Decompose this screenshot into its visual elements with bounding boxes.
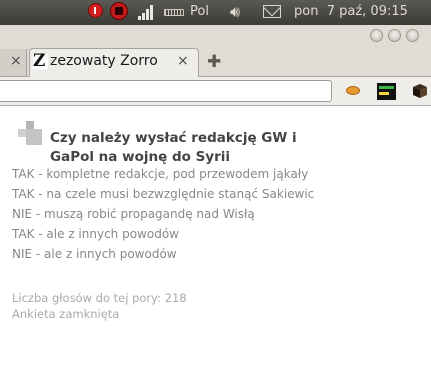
poll-option[interactable]: NIE - muszą robić propagandę nad Wisłą <box>12 207 255 221</box>
stop-record-icon[interactable] <box>110 2 128 20</box>
system-panel: Pol 🔊︎ pon 7 paź, 09:15 <box>0 0 431 25</box>
poll-vote-count: Liczba głosów do tej pory: 218 <box>12 291 187 305</box>
tab-close-icon[interactable]: × <box>10 53 22 69</box>
extension-icon[interactable] <box>346 86 360 95</box>
window-button-icon[interactable] <box>388 29 401 42</box>
record-icon[interactable] <box>88 3 103 18</box>
mail-icon[interactable] <box>263 5 281 18</box>
clock[interactable]: pon 7 paź, 09:15 <box>294 4 408 19</box>
extension-icon[interactable] <box>412 83 428 99</box>
poll-option[interactable]: NIE - ale z innych powodów <box>12 247 177 261</box>
window-button-icon[interactable] <box>370 29 383 42</box>
poll-option[interactable]: TAK - kompletne redakcje, pod przewodem … <box>12 167 308 181</box>
favicon-icon: Z <box>33 51 48 71</box>
url-input[interactable] <box>0 80 332 102</box>
volume-icon[interactable]: 🔊︎ <box>230 2 240 22</box>
keyboard-layout-indicator[interactable]: Pol <box>190 4 209 19</box>
new-tab-icon[interactable]: ✚ <box>207 52 221 72</box>
poll-status: Ankieta zamknięta <box>12 307 120 321</box>
poll-option[interactable]: TAK - na czele musi bezwzględnie stanąć … <box>12 187 314 201</box>
extension-icon[interactable] <box>377 83 396 100</box>
favicon-letter: Z <box>33 51 46 71</box>
tab-title[interactable]: zezowaty Zorro <box>50 53 158 69</box>
window-button-icon[interactable] <box>406 29 419 42</box>
poll-logo-icon <box>18 121 44 147</box>
keyboard-icon[interactable] <box>164 9 184 16</box>
poll-question: Czy należy wysłać redakcję GW i GaPol na… <box>50 130 297 165</box>
poll-option[interactable]: TAK - ale z innych powodów <box>12 227 179 241</box>
tab-close-icon[interactable]: × <box>177 53 189 69</box>
signal-icon[interactable] <box>138 4 154 20</box>
